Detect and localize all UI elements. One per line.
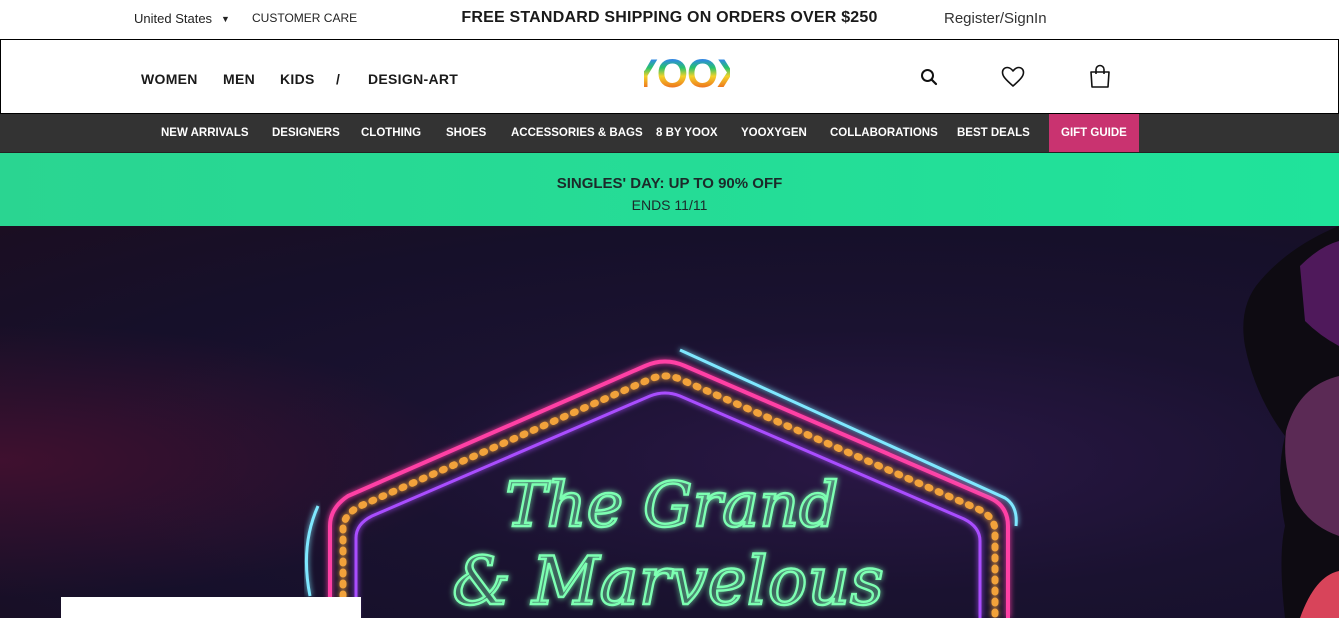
category-best-deals[interactable]: BEST DEALS bbox=[957, 114, 1030, 152]
hero-banner[interactable]: The Grand & Marvelous bbox=[0, 226, 1339, 618]
shipping-banner-text: FREE STANDARD SHIPPING ON ORDERS OVER $2… bbox=[461, 9, 878, 26]
sign-line-1: The Grand bbox=[505, 468, 838, 541]
hero-cta-card[interactable] bbox=[61, 597, 361, 618]
category-clothing[interactable]: CLOTHING bbox=[361, 114, 421, 152]
category-shoes[interactable]: SHOES bbox=[446, 114, 486, 152]
logo-text: YOOX bbox=[644, 52, 730, 93]
nav-men[interactable]: MEN bbox=[223, 71, 255, 87]
nav-design-art[interactable]: DESIGN-ART bbox=[368, 71, 458, 87]
category-accessories-bags[interactable]: ACCESSORIES & BAGS bbox=[511, 114, 643, 152]
category-new-arrivals[interactable]: NEW ARRIVALS bbox=[161, 114, 249, 152]
shipping-banner: FREE STANDARD SHIPPING ON ORDERS OVER $2… bbox=[0, 9, 1339, 27]
main-header: WOMEN MEN KIDS / DESIGN-ART YOOX bbox=[0, 39, 1339, 114]
register-signin-link[interactable]: Register/SignIn bbox=[944, 10, 1047, 27]
category-collaborations[interactable]: COLLABORATIONS bbox=[830, 114, 938, 152]
category-8-by-yoox[interactable]: 8 BY YOOX bbox=[656, 114, 718, 152]
promo-banner[interactable]: SINGLES' DAY: UP TO 90% OFF ENDS 11/11 bbox=[0, 153, 1339, 226]
category-designers[interactable]: DESIGNERS bbox=[272, 114, 340, 152]
category-nav: NEW ARRIVALS DESIGNERS CLOTHING SHOES AC… bbox=[0, 114, 1339, 153]
sign-line-2: & Marvelous bbox=[452, 543, 884, 618]
shopping-bag-icon[interactable] bbox=[1089, 64, 1111, 89]
yoox-logo[interactable]: YOOX bbox=[644, 51, 730, 93]
nav-women[interactable]: WOMEN bbox=[141, 71, 198, 87]
nav-kids[interactable]: KIDS bbox=[280, 71, 315, 87]
category-gift-guide[interactable]: GIFT GUIDE bbox=[1049, 114, 1139, 152]
promo-subtitle: ENDS 11/11 bbox=[631, 197, 708, 213]
promo-title: SINGLES' DAY: UP TO 90% OFF bbox=[556, 175, 783, 192]
hero-illustration: The Grand & Marvelous bbox=[0, 226, 1339, 618]
utility-bar: United States ▼ CUSTOMER CARE FREE STANDA… bbox=[0, 0, 1339, 38]
heart-icon[interactable] bbox=[1001, 66, 1025, 88]
category-yooxygen[interactable]: YOOXYGEN bbox=[741, 114, 807, 152]
nav-separator: / bbox=[336, 71, 341, 87]
search-icon[interactable] bbox=[920, 68, 938, 86]
